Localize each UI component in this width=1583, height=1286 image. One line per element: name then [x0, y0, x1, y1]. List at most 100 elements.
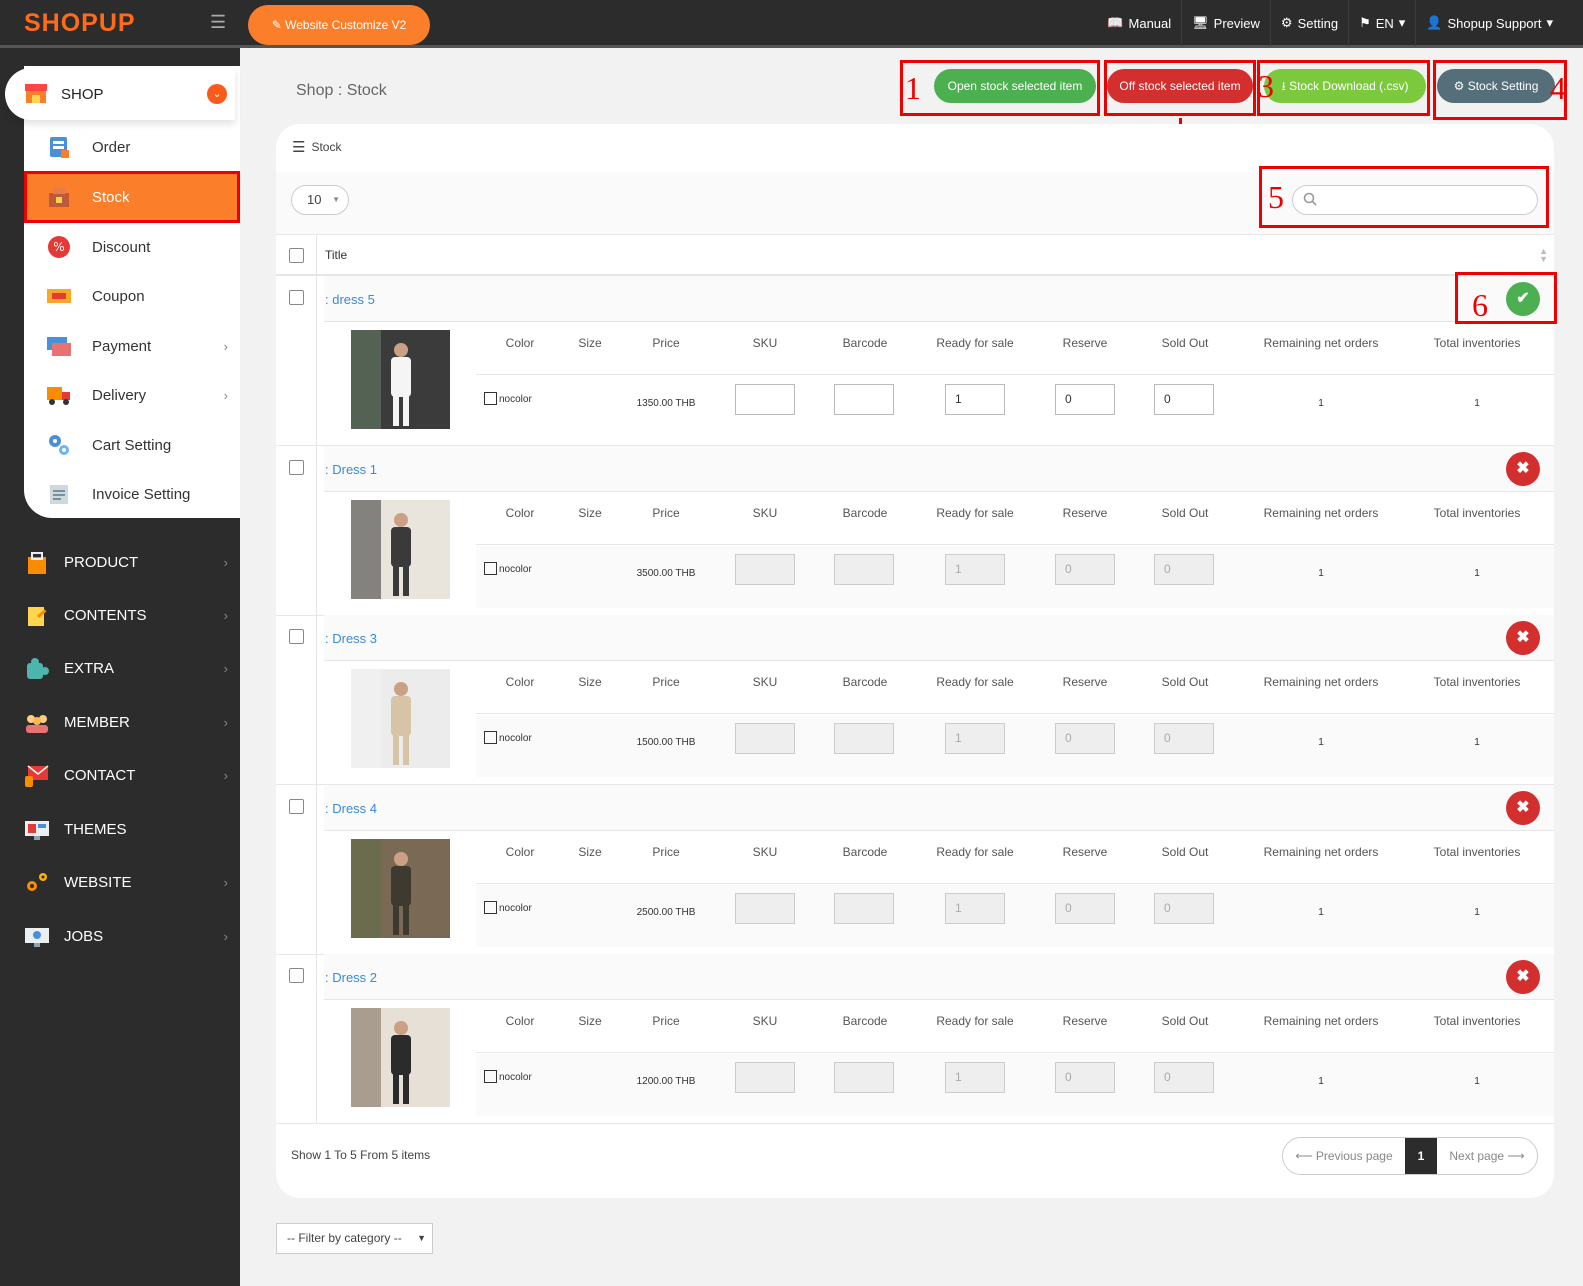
sub-header-cell: Sold Out — [1161, 1014, 1209, 1028]
color-option[interactable]: nocolor — [484, 392, 532, 405]
setting-link[interactable]: ⚙ Setting — [1269, 0, 1348, 46]
preview-link[interactable]: 🖥 Preview — [1181, 0, 1270, 46]
total-inventories-value: 1 — [1474, 1076, 1480, 1087]
previous-page-button[interactable]: ⟵ Previous page — [1283, 1138, 1405, 1174]
sub-header-cell: Total inventories — [1433, 844, 1521, 859]
total-inventories-value: 1 — [1474, 737, 1480, 748]
product-name-link[interactable]: : Dress 3 — [325, 631, 377, 646]
support-dropdown[interactable]: 👤 Shopup Support ▾ — [1415, 0, 1563, 46]
product-name-link[interactable]: : Dress 2 — [325, 970, 377, 985]
title-column-header[interactable]: Title — [325, 248, 347, 262]
stock-off-toggle[interactable]: ✖ — [1506, 621, 1540, 655]
filter-category-select[interactable]: -- Filter by category -- ▼ — [276, 1223, 433, 1254]
sort-icon[interactable]: ▲ ▼ — [1539, 247, 1548, 264]
sub-header-cell: Total inventories — [1433, 336, 1521, 350]
sidebar-item-shop[interactable]: SHOP ⌄ — [5, 68, 235, 120]
table-row: : Dress 1 ✖ Color Size Price SKU Barcode Read… — [276, 445, 1554, 616]
next-page-button[interactable]: Next page ⟶ — [1437, 1138, 1537, 1174]
top-links: 📖 Manual 🖥 Preview ⚙ Setting ⚑ EN ▾ 👤 Shopup S… — [1097, 0, 1563, 46]
row-select-checkbox[interactable] — [289, 798, 304, 814]
sku-input[interactable] — [735, 384, 795, 415]
language-dropdown[interactable]: ⚑ EN ▾ — [1348, 0, 1415, 46]
sidebar-item-jobs[interactable]: JOBS › — [0, 910, 240, 963]
card-header: ☰ Stock — [292, 138, 341, 156]
sidebar-item-website[interactable]: WEBSITE › — [0, 856, 240, 909]
variant-header: Color Size Price SKU Barcode Ready for sale Re… — [476, 322, 1554, 375]
color-checkbox[interactable] — [484, 1070, 497, 1083]
chevron-right-icon: › — [223, 608, 228, 623]
chevron-right-icon: › — [223, 929, 228, 944]
barcode-input[interactable] — [834, 384, 894, 415]
wand-icon: ✎ — [271, 18, 286, 32]
sub-header-cell: SKU — [752, 1014, 778, 1028]
row-select-checkbox[interactable] — [289, 968, 304, 983]
color-checkbox[interactable] — [484, 900, 497, 914]
sub-header-cell: Sold Out — [1161, 844, 1209, 859]
sidebar-item-invoice-setting[interactable]: Invoice Setting — [24, 469, 240, 519]
total-inventories-value: 1 — [1474, 567, 1480, 579]
remaining-net-orders-value: 1 — [1318, 906, 1324, 918]
color-checkbox[interactable] — [484, 731, 497, 744]
color-option[interactable]: nocolor — [484, 731, 532, 744]
sidebar-item-member[interactable]: MEMBER › — [0, 696, 240, 749]
sidebar-item-payment[interactable]: Payment › — [24, 321, 240, 371]
product-name-link[interactable]: : dress 5 — [325, 292, 375, 307]
ready-for-sale-input[interactable]: 1 — [945, 384, 1005, 415]
puzzle-icon — [24, 656, 50, 682]
caret-down-icon: ▼ — [417, 1233, 426, 1243]
manual-link[interactable]: 📖 Manual — [1097, 0, 1181, 46]
color-option[interactable]: nocolor — [484, 561, 532, 575]
sub-header-cell: Remaining net orders — [1263, 505, 1379, 520]
color-checkbox[interactable] — [484, 392, 497, 405]
select-all-checkbox[interactable] — [289, 248, 304, 263]
product-name-link[interactable]: : Dress 1 — [325, 462, 377, 477]
sold-out-input[interactable]: 0 — [1154, 384, 1214, 415]
reserve-input: 0 — [1055, 1062, 1115, 1093]
row-select-checkbox[interactable] — [289, 290, 304, 305]
stock-off-toggle[interactable]: ✖ — [1506, 960, 1540, 994]
row-select-checkbox[interactable] — [289, 459, 304, 475]
sub-header-cell: Barcode — [842, 844, 888, 859]
sidebar-item-invoice-setting-label: Invoice Setting — [92, 485, 191, 503]
sidebar-item-product[interactable]: PRODUCT › — [0, 536, 240, 589]
monitor-icon: 🖥 — [1192, 15, 1209, 30]
table-row: : Dress 3 ✖ Color Size Price SKU Barcode Read… — [276, 615, 1554, 785]
table-info: Show 1 To 5 From 5 items — [291, 1148, 431, 1162]
sidebar-item-themes[interactable]: THEMES — [0, 803, 240, 856]
product-thumbnail — [351, 838, 450, 938]
current-page-button[interactable]: 1 — [1405, 1138, 1437, 1174]
stock-off-toggle[interactable]: ✖ — [1506, 790, 1540, 825]
sidebar-item-extra[interactable]: EXTRA › — [0, 642, 240, 695]
sidebar-item-discount[interactable]: % Discount — [24, 222, 240, 272]
color-option[interactable]: nocolor — [484, 1070, 532, 1083]
support-label: Shopup Support — [1447, 15, 1542, 31]
sidebar-item-contact[interactable]: CONTACT › — [0, 749, 240, 802]
sidebar-item-order[interactable]: Order — [24, 122, 240, 172]
hamburger-menu-icon[interactable]: ☰ — [210, 12, 226, 33]
annotation-number-4: 4 — [1550, 70, 1566, 106]
ready-for-sale-input: 1 — [945, 1062, 1005, 1093]
sidebar-item-contents[interactable]: CONTENTS › — [0, 589, 240, 642]
sidebar-item-cart-setting[interactable]: Cart Setting — [24, 420, 240, 470]
sidebar-item-delivery[interactable]: Delivery › — [24, 370, 240, 420]
color-checkbox[interactable] — [484, 561, 497, 575]
remaining-net-orders-value: 1 — [1318, 398, 1324, 409]
sidebar-item-cart-setting-label: Cart Setting — [92, 436, 172, 454]
reserve-input[interactable]: 0 — [1055, 384, 1115, 415]
sidebar-item-coupon[interactable]: Coupon — [24, 271, 240, 321]
website-customize-button[interactable]: ✎ Website Customize V2 — [248, 5, 430, 45]
sidebar-item-coupon-label: Coupon — [92, 287, 145, 305]
product-name-bar: : Dress 1 — [324, 445, 1554, 492]
product-name-link[interactable]: : Dress 4 — [325, 801, 377, 816]
page-length-select[interactable]: 10 ▼ — [291, 185, 349, 215]
close-icon: ✖ — [1516, 798, 1530, 816]
stock-off-toggle[interactable]: ✖ — [1506, 451, 1540, 486]
color-option[interactable]: nocolor — [484, 900, 532, 914]
sub-header-cell: Price — [652, 844, 680, 859]
shopup-logo[interactable]: SHOPUP — [24, 9, 136, 38]
table-row: : Dress 4 ✖ Color Size Price SKU Barcode Read… — [276, 784, 1554, 955]
job-monitor-icon — [24, 924, 50, 950]
sidebar-item-discount-label: Discount — [92, 238, 151, 256]
row-select-checkbox[interactable] — [289, 629, 304, 644]
sidebar-item-jobs-label: JOBS — [64, 928, 104, 945]
